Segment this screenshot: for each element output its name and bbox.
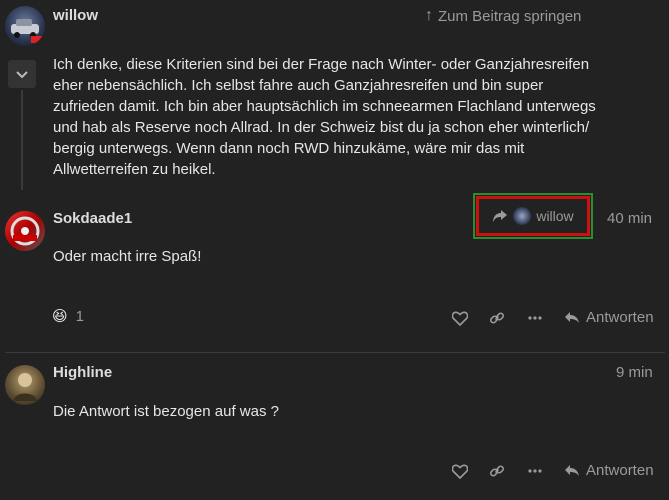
- post3-text: Die Antwort ist bezogen auf was ?: [53, 403, 279, 420]
- like-button[interactable]: [449, 460, 471, 482]
- heart-icon: [452, 463, 468, 479]
- arrow-up-icon: ↑: [425, 7, 433, 24]
- thread-line: [21, 90, 23, 190]
- more-options-button[interactable]: [524, 307, 546, 329]
- reply-to-avatar: [513, 207, 532, 225]
- post1-text: Ich denke, diese Kriterien sind bei der …: [53, 56, 596, 178]
- collapse-button[interactable]: [8, 60, 36, 88]
- reply-label: Antworten: [586, 462, 654, 479]
- reaction-count: 1: [75, 307, 84, 325]
- car-avatar-icon: [11, 19, 43, 43]
- avatar-sokdaade1[interactable]: [5, 211, 45, 251]
- post3-username[interactable]: Highline: [53, 364, 112, 381]
- more-options-button[interactable]: [524, 460, 546, 482]
- avatar-highline[interactable]: [5, 365, 45, 405]
- reaction-button[interactable]: 😆 1: [52, 307, 84, 326]
- laughing-emoji-icon: 😆: [52, 308, 68, 325]
- post1-username[interactable]: willow: [53, 7, 98, 24]
- chevron-down-icon: [16, 71, 28, 79]
- reply-to-username: willow: [536, 208, 574, 224]
- copy-link-button[interactable]: [486, 460, 508, 482]
- avatar-willow[interactable]: [5, 6, 45, 46]
- rotor-avatar-icon: [10, 216, 40, 246]
- reply-button[interactable]: Antworten: [564, 309, 654, 326]
- post3-time[interactable]: 9 min: [616, 364, 653, 381]
- reply-arrow-icon: [565, 312, 579, 323]
- reply-button[interactable]: Antworten: [564, 462, 654, 479]
- reply-to-tab[interactable]: willow: [476, 196, 590, 236]
- jump-to-post-label: Zum Beitrag springen: [438, 7, 582, 25]
- ellipsis-icon: [528, 469, 542, 473]
- reply-label: Antworten: [586, 309, 654, 326]
- link-icon: [489, 312, 505, 324]
- ellipsis-icon: [528, 316, 542, 320]
- post2-text: Oder macht irre Spaß!: [53, 248, 202, 265]
- link-icon: [489, 465, 505, 477]
- post-divider: [5, 352, 665, 353]
- like-button[interactable]: [449, 307, 471, 329]
- copy-link-button[interactable]: [486, 307, 508, 329]
- share-reply-icon: [493, 210, 508, 222]
- post2-time[interactable]: 40 min: [607, 210, 652, 227]
- heart-icon: [452, 310, 468, 326]
- post2-username[interactable]: Sokdaade1: [53, 210, 132, 227]
- jump-to-post-link[interactable]: ↑ Zum Beitrag springen: [425, 7, 581, 25]
- person-avatar-icon: [13, 373, 37, 401]
- reply-arrow-icon: [565, 465, 579, 476]
